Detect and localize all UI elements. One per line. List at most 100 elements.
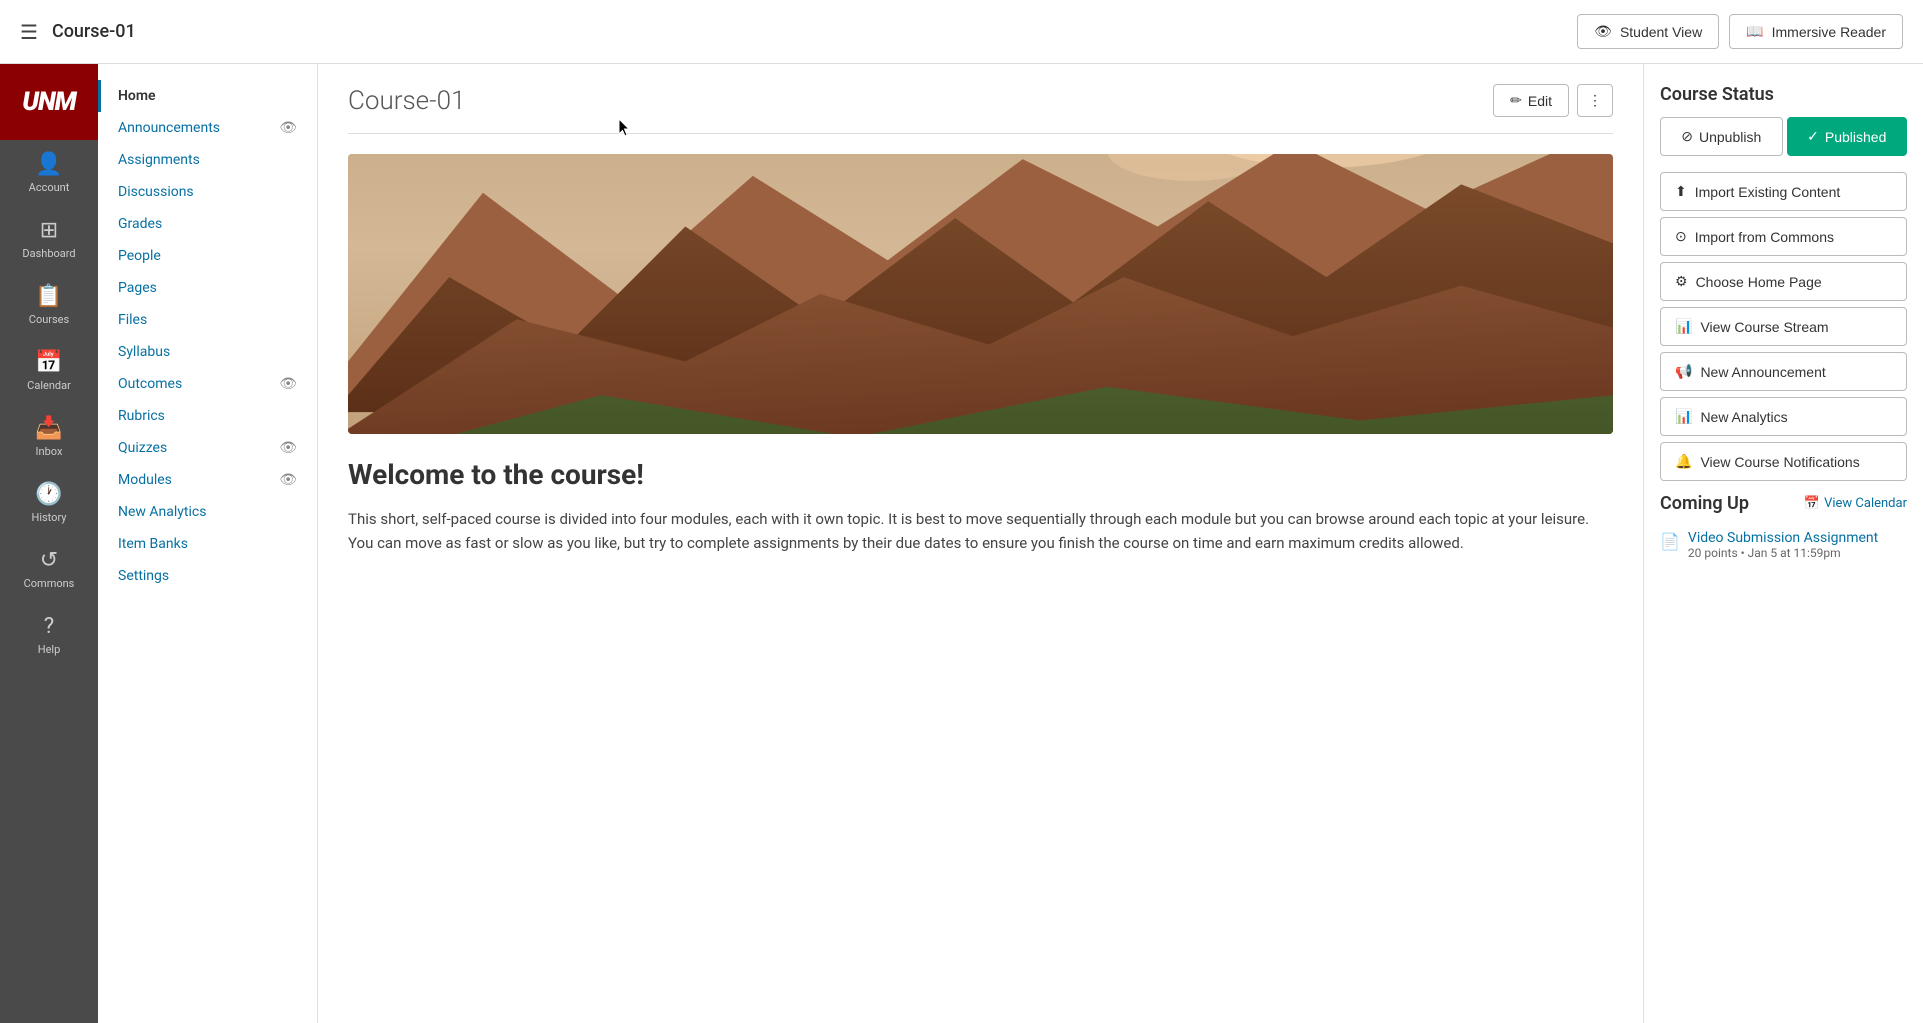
courses-label: Courses [29, 313, 69, 326]
course-nav: Home Announcements 👁 Assignments Discussions… [98, 64, 318, 1023]
coming-up-title: Coming Up [1660, 493, 1749, 514]
history-label: History [31, 511, 66, 524]
course-nav-item-pages[interactable]: Pages [98, 272, 317, 304]
inbox-label: Inbox [36, 445, 63, 458]
edit-icon: ✏ [1510, 92, 1522, 109]
welcome-body: This short, self-paced course is divided… [348, 507, 1613, 555]
course-nav-label-discussions: Discussions [118, 184, 194, 200]
global-nav-item-account[interactable]: 👤 Account [16, 140, 81, 206]
course-nav-item-syllabus[interactable]: Syllabus [98, 336, 317, 368]
view-stream-icon: 📊 [1675, 318, 1692, 335]
hamburger-menu[interactable]: ☰ [20, 20, 38, 44]
calendar-label: Calendar [27, 379, 71, 392]
course-hero-image [348, 154, 1613, 434]
right-sidebar: Course Status ⊘ Unpublish ✓ Published ⬆ … [1643, 64, 1923, 1023]
course-nav-label-rubrics: Rubrics [118, 408, 165, 424]
course-nav-item-grades[interactable]: Grades [98, 208, 317, 240]
view-calendar-link[interactable]: 📅 View Calendar [1804, 496, 1907, 511]
course-nav-item-discussions[interactable]: Discussions [98, 176, 317, 208]
view-notifications-label: View Course Notifications [1700, 454, 1859, 470]
course-nav-item-people[interactable]: People [98, 240, 317, 272]
course-nav-label-modules: Modules [118, 472, 172, 488]
course-nav-label-quizzes: Quizzes [118, 440, 167, 456]
logo-text: UNM [22, 87, 76, 117]
course-nav-item-announcements[interactable]: Announcements 👁 [98, 112, 317, 144]
new-announcement-icon: 📢 [1675, 363, 1692, 380]
account-label: Account [29, 181, 70, 194]
help-label: Help [38, 643, 61, 656]
course-nav-item-assignments[interactable]: Assignments [98, 144, 317, 176]
course-nav-item-home[interactable]: Home [98, 80, 317, 112]
student-view-label: Student View [1620, 24, 1702, 40]
global-nav-item-history[interactable]: 🕐 History [16, 470, 81, 536]
course-nav-item-quizzes[interactable]: Quizzes👁 [98, 432, 317, 464]
visibility-icon-modules: 👁 [279, 472, 297, 488]
course-nav-item-files[interactable]: Files [98, 304, 317, 336]
dashboard-icon: ⊞ [40, 218, 58, 243]
global-nav-item-help[interactable]: ? Help [16, 602, 81, 668]
course-nav-label-outcomes: Outcomes [118, 376, 182, 392]
sidebar-action-new-analytics[interactable]: 📊 New Analytics [1660, 397, 1907, 436]
global-nav-item-calendar[interactable]: 📅 Calendar [16, 338, 81, 404]
topbar-title: Course-01 [52, 21, 136, 42]
course-nav-label-announcements: Announcements [118, 120, 220, 136]
published-button[interactable]: ✓ Published [1787, 117, 1908, 156]
student-view-button[interactable]: 👁 Student View [1577, 14, 1719, 49]
global-nav-item-courses[interactable]: 📋 Courses [16, 272, 81, 338]
coming-up-item-video-submission: 📄 Video Submission Assignment 20 points … [1660, 524, 1907, 566]
choose-home-icon: ⚙ [1675, 273, 1688, 290]
content-area: Course-01 ✏ Edit ⋮ [318, 64, 1643, 1023]
course-nav-item-modules[interactable]: Modules 👁 [98, 464, 317, 496]
import-existing-label: Import Existing Content [1695, 184, 1841, 200]
courses-icon: 📋 [35, 284, 62, 309]
course-nav-label-settings: Settings [118, 568, 169, 584]
visibility-icon-announcements: 👁 [279, 120, 297, 136]
import-existing-icon: ⬆ [1675, 183, 1687, 200]
new-analytics-icon: 📊 [1675, 408, 1692, 425]
sidebar-action-import-commons[interactable]: ⊙ Import from Commons [1660, 217, 1907, 256]
visibility-icon-outcomes: 👁 [279, 376, 297, 392]
course-nav-label-files: Files [118, 312, 147, 328]
edit-label: Edit [1528, 93, 1552, 109]
global-nav-item-commons[interactable]: ↺ Commons [16, 536, 81, 602]
course-nav-item-settings[interactable]: Settings [98, 560, 317, 592]
logo: UNM [0, 64, 98, 140]
page-header: Course-01 ✏ Edit ⋮ [348, 84, 1613, 117]
course-nav-label-people: People [118, 248, 161, 264]
main-layout: UNM 👤 Account ⊞ Dashboard 📋 Courses 📅 Ca… [0, 64, 1923, 1023]
edit-button[interactable]: ✏ Edit [1493, 84, 1569, 117]
topbar-left: ☰ Course-01 [20, 20, 136, 44]
sidebar-action-import-existing[interactable]: ⬆ Import Existing Content [1660, 172, 1907, 211]
unpublish-button[interactable]: ⊘ Unpublish [1660, 117, 1783, 156]
published-label: Published [1825, 129, 1887, 145]
immersive-reader-button[interactable]: 📖 Immersive Reader [1729, 14, 1903, 49]
video-submission-meta: 20 points • Jan 5 at 11:59pm [1688, 546, 1878, 560]
more-options-button[interactable]: ⋮ [1577, 84, 1613, 117]
course-nav-label-home: Home [118, 88, 156, 104]
dashboard-label: Dashboard [22, 247, 75, 260]
view-notifications-icon: 🔔 [1675, 453, 1692, 470]
video-submission-icon: 📄 [1660, 532, 1680, 551]
sidebar-action-new-announcement[interactable]: 📢 New Announcement [1660, 352, 1907, 391]
global-nav-item-inbox[interactable]: 📥 Inbox [16, 404, 81, 470]
choose-home-label: Choose Home Page [1696, 274, 1822, 290]
course-nav-item-rubrics[interactable]: Rubrics [98, 400, 317, 432]
sidebar-action-view-stream[interactable]: 📊 View Course Stream [1660, 307, 1907, 346]
coming-up-header: Coming Up 📅 View Calendar [1660, 493, 1907, 514]
global-nav-item-dashboard[interactable]: ⊞ Dashboard [16, 206, 81, 272]
calendar-icon: 📅 [35, 350, 62, 375]
topbar-right: 👁 Student View 📖 Immersive Reader [1577, 14, 1903, 49]
course-nav-item-new-analytics[interactable]: New Analytics [98, 496, 317, 528]
unpublish-icon: ⊘ [1681, 128, 1693, 145]
published-check-icon: ✓ [1807, 128, 1819, 145]
course-nav-label-grades: Grades [118, 216, 162, 232]
video-submission-title[interactable]: Video Submission Assignment [1688, 530, 1878, 546]
global-nav: UNM 👤 Account ⊞ Dashboard 📋 Courses 📅 Ca… [0, 64, 98, 1023]
sidebar-action-view-notifications[interactable]: 🔔 View Course Notifications [1660, 442, 1907, 481]
course-nav-item-outcomes[interactable]: Outcomes 👁 [98, 368, 317, 400]
sidebar-action-choose-home[interactable]: ⚙ Choose Home Page [1660, 262, 1907, 301]
view-stream-label: View Course Stream [1700, 319, 1828, 335]
course-nav-label-syllabus: Syllabus [118, 344, 170, 360]
course-nav-label-assignments: Assignments [118, 152, 200, 168]
course-nav-item-item-banks[interactable]: Item Banks [98, 528, 317, 560]
